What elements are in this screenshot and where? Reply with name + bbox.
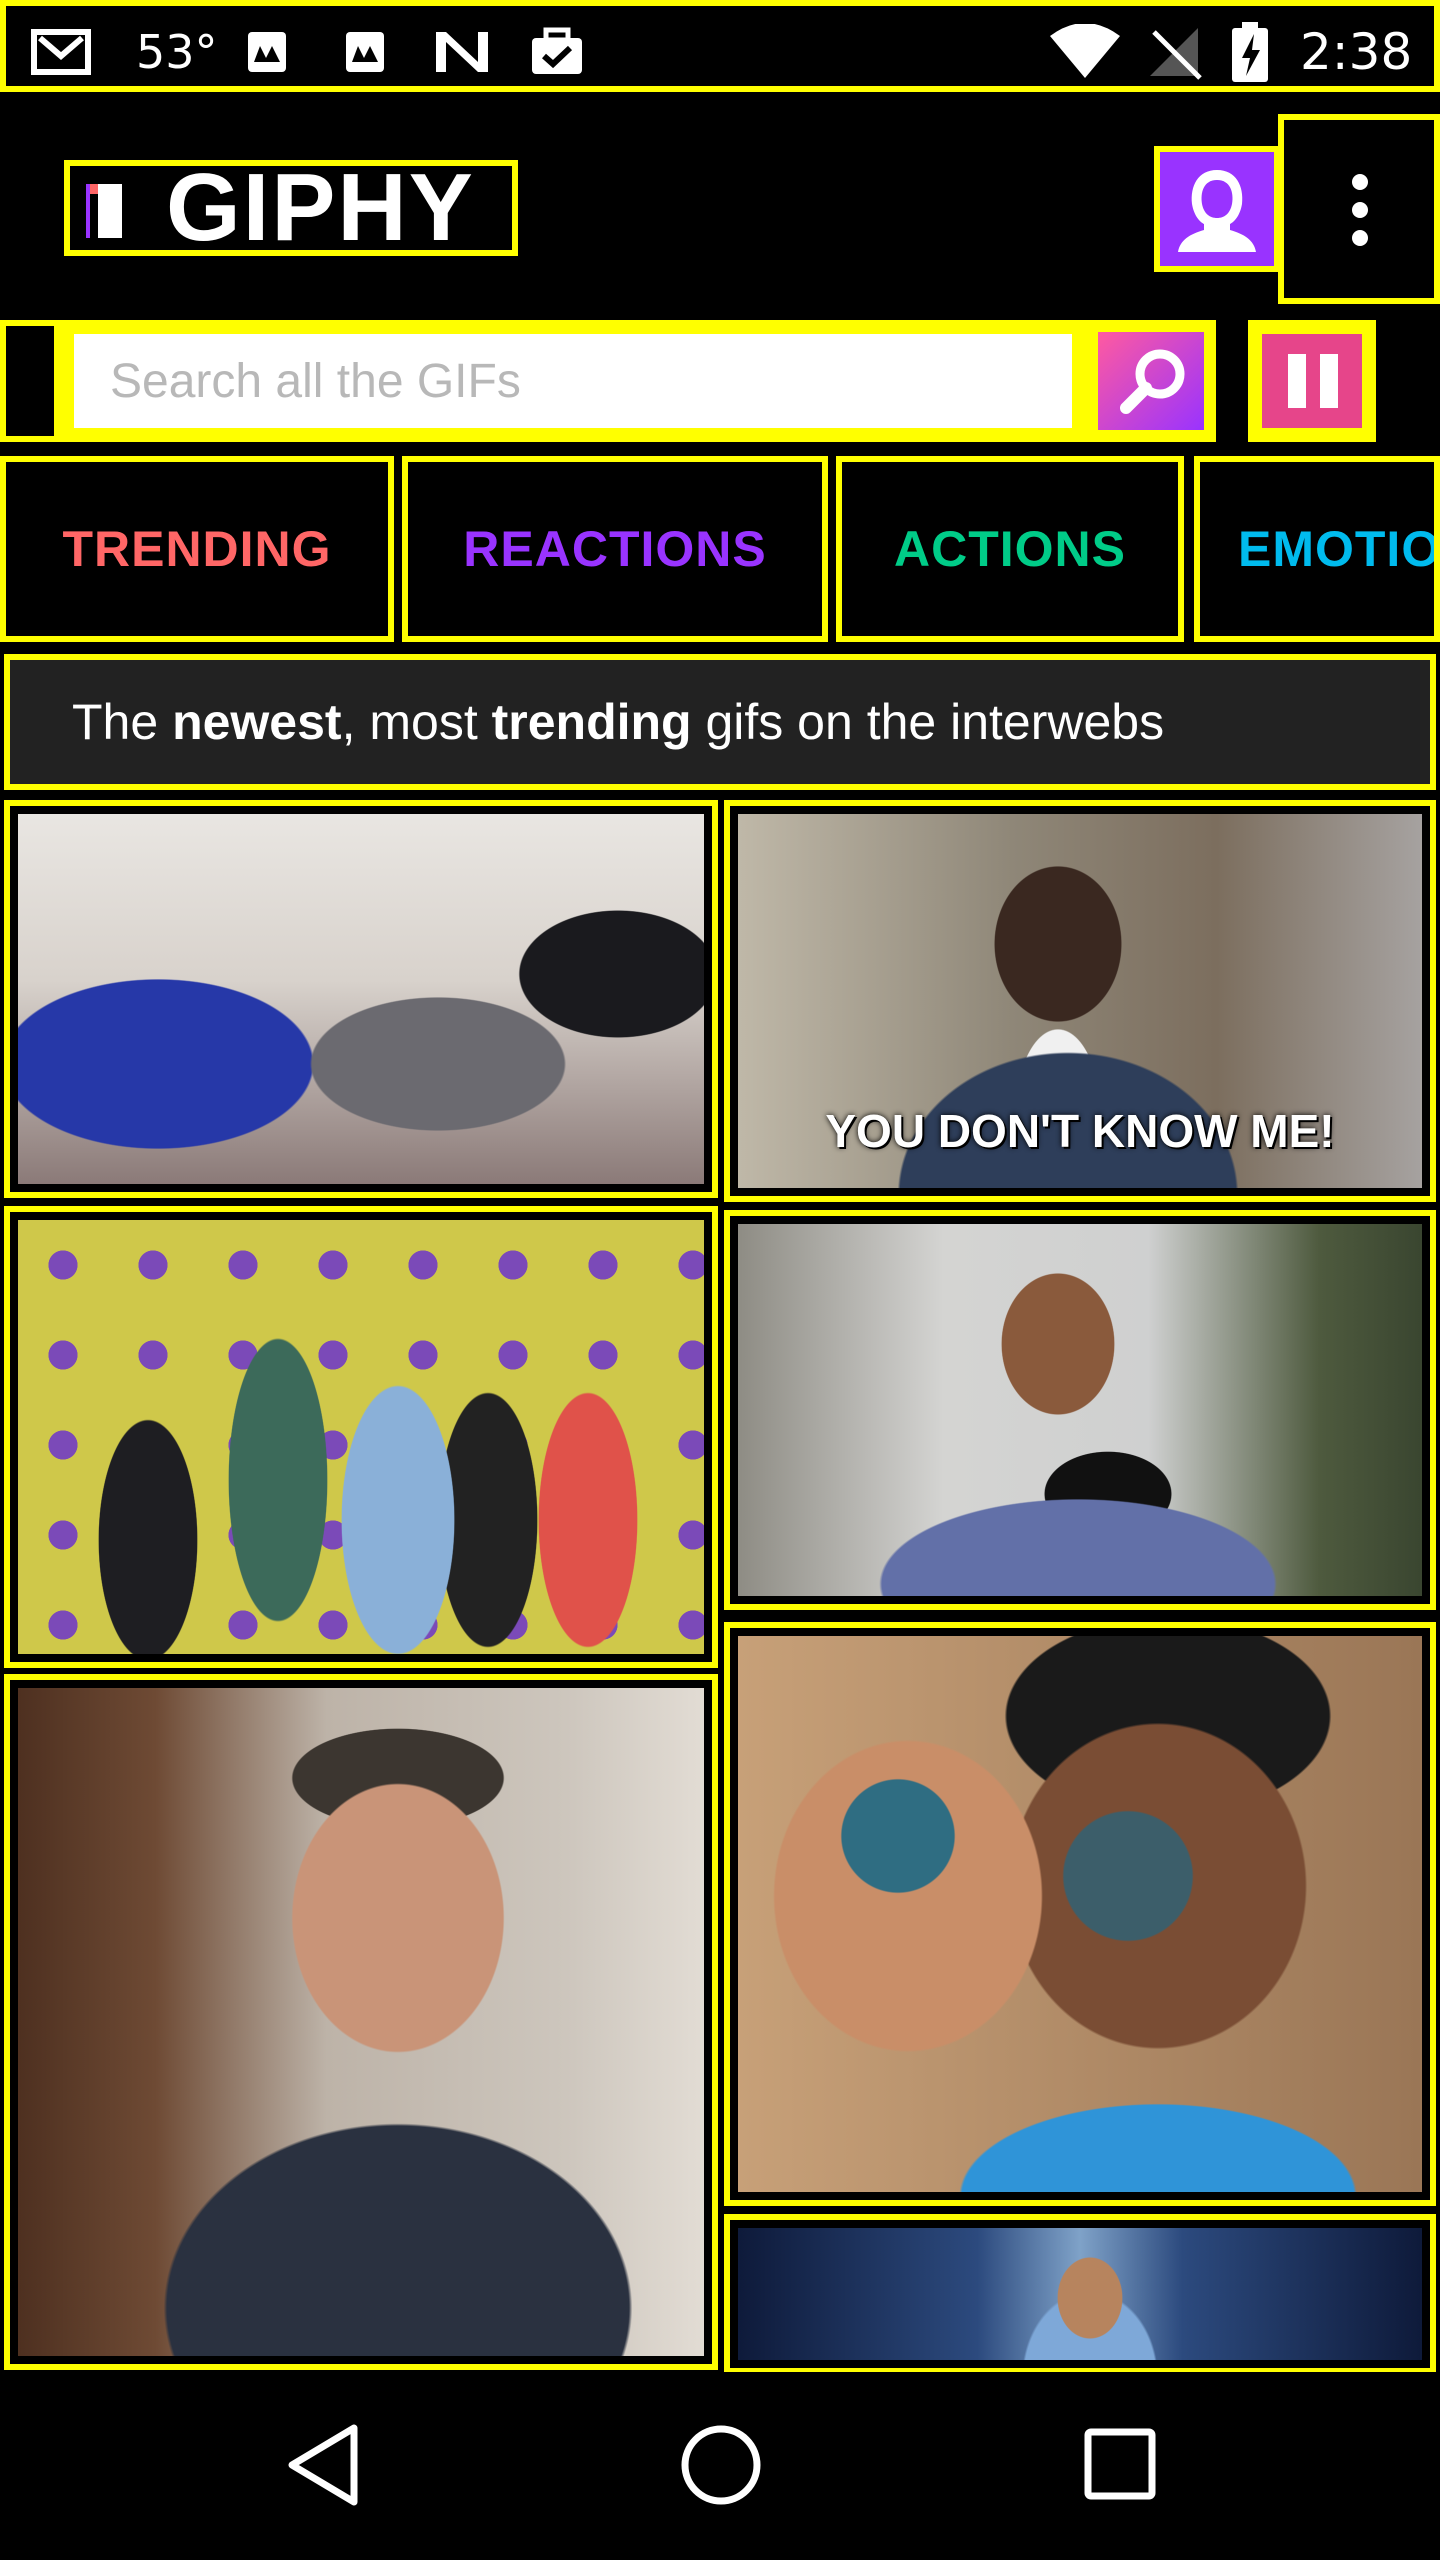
gif-image [18, 814, 704, 1184]
gif-image [738, 2228, 1422, 2360]
tab-emotions[interactable]: EMOTIONS [1194, 456, 1440, 642]
gif-image [18, 1220, 704, 1654]
gif-tile-woman-outdoors[interactable] [724, 1210, 1436, 1610]
giphy-logo-mark-icon [86, 184, 122, 238]
gif-image [18, 1688, 704, 2356]
weather-icon [242, 6, 292, 98]
gif-image: YOU DON'T KNOW ME! [738, 814, 1422, 1188]
gif-tile-you-dont-know-me[interactable]: YOU DON'T KNOW ME! [724, 800, 1436, 1202]
gif-tile-stage-performer[interactable] [724, 2214, 1436, 2374]
gif-caption: YOU DON'T KNOW ME! [825, 1105, 1335, 1157]
pause-button[interactable] [1248, 320, 1376, 442]
no-signal-icon [1146, 6, 1206, 98]
wifi-icon [1048, 6, 1122, 98]
recents-square-icon[interactable] [1082, 2426, 1158, 2502]
person-icon [1178, 170, 1256, 252]
tab-label: REACTIONS [463, 521, 767, 577]
gif-image [738, 1224, 1422, 1596]
tab-label: ACTIONS [894, 521, 1126, 577]
system-nav-bar [0, 2372, 1440, 2560]
gif-tile-two-women-sunglasses[interactable] [724, 1622, 1436, 2206]
weather-icon [340, 6, 390, 98]
search-button[interactable] [1086, 320, 1216, 442]
search-input[interactable] [74, 334, 1072, 428]
battery-charging-icon [1230, 6, 1270, 98]
temperature-text: 53° [136, 25, 218, 79]
pause-icon [1288, 354, 1338, 408]
tab-reactions[interactable]: REACTIONS [402, 456, 828, 642]
magnifier-icon [1120, 349, 1185, 414]
banner-text: The newest, most trending gifs on the in… [72, 694, 1165, 750]
gmail-icon [30, 6, 92, 98]
gif-tile-group-celebrating[interactable] [4, 1206, 718, 1668]
briefcase-check-icon [528, 6, 586, 98]
back-triangle-icon[interactable] [284, 2422, 362, 2508]
tab-label: TRENDING [62, 521, 332, 577]
tab-actions[interactable]: ACTIONS [836, 456, 1184, 642]
more-vert-icon [1352, 174, 1368, 246]
more-options-button[interactable] [1278, 114, 1440, 304]
tab-label: EMOTIONS [1238, 521, 1440, 577]
trending-banner: The newest, most trending gifs on the in… [4, 654, 1436, 790]
search-field-frame [60, 320, 1086, 442]
profile-button[interactable] [1154, 146, 1280, 272]
left-spacer [0, 320, 60, 442]
tab-trending[interactable]: TRENDING [0, 456, 394, 642]
gif-image [738, 1636, 1422, 2192]
gif-tile-cat[interactable] [4, 800, 718, 1198]
clock-text: 2:38 [1300, 23, 1413, 81]
home-circle-icon[interactable] [678, 2422, 764, 2508]
giphy-logo[interactable]: GIPHY [64, 160, 518, 256]
giphy-logo-text: GIPHY [166, 154, 475, 261]
gif-tile-man-glasses[interactable] [4, 1674, 718, 2370]
status-bar: 53° 2:38 [0, 0, 1440, 92]
n-app-icon [432, 6, 492, 98]
